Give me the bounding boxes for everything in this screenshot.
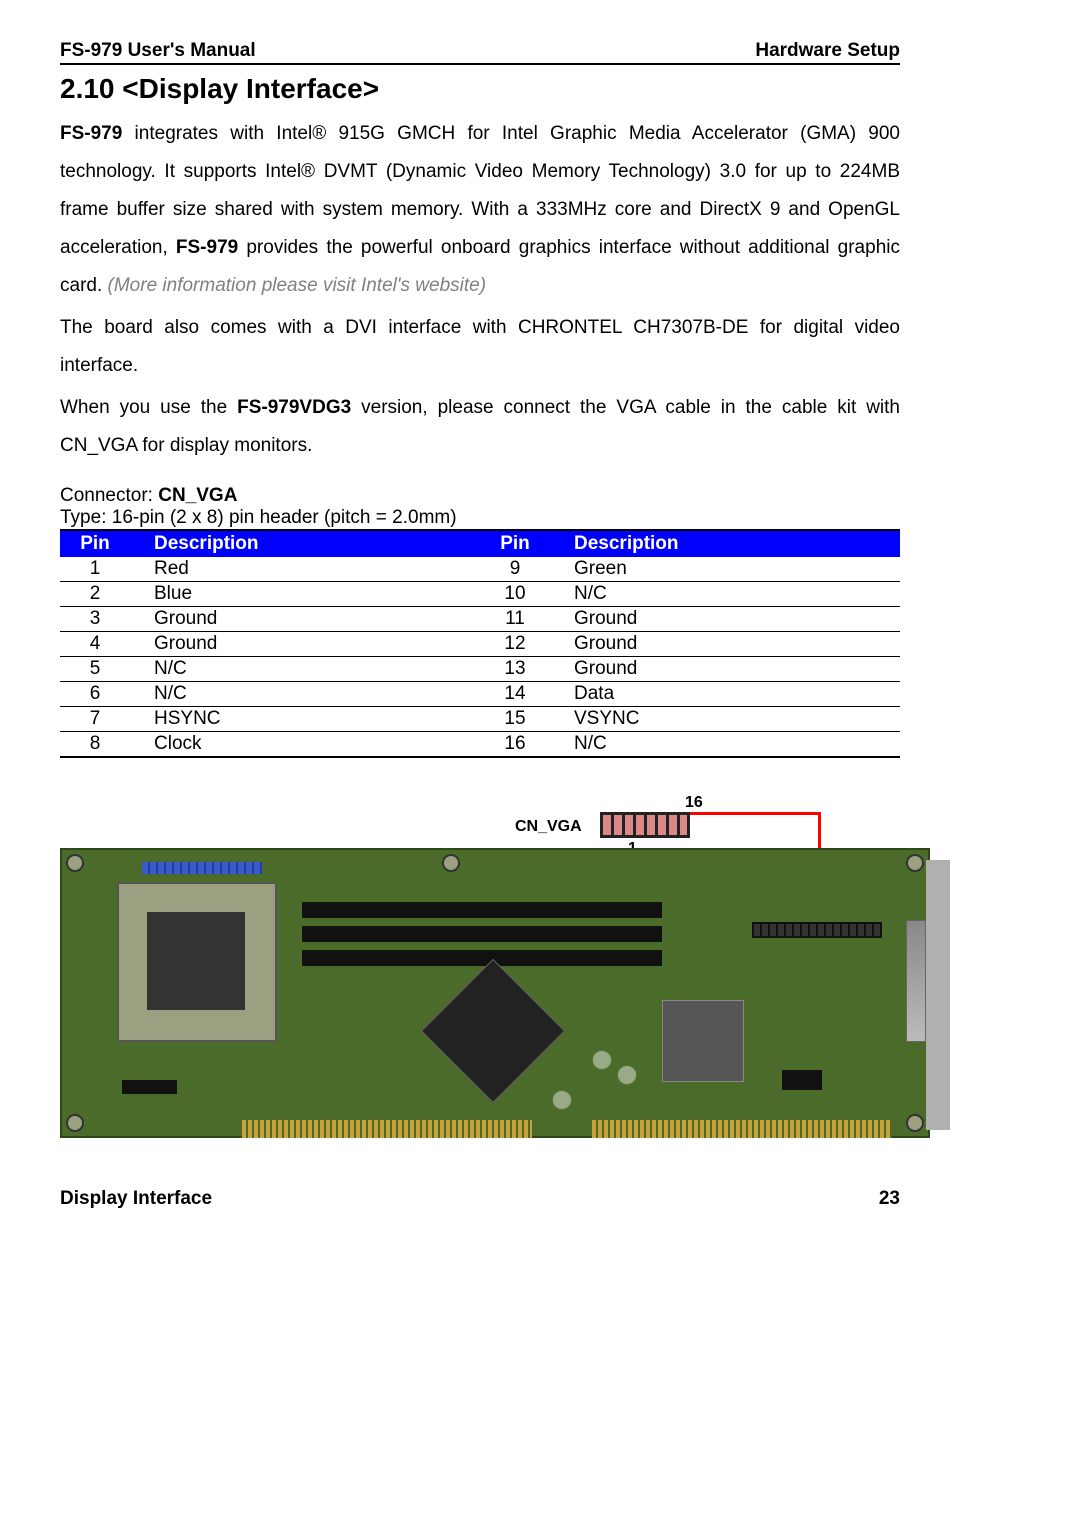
table-row: 8Clock16N/C: [60, 732, 900, 758]
cell-pin: 14: [480, 682, 556, 707]
cell-pin: 9: [480, 557, 556, 582]
cpu-socket: [117, 882, 277, 1042]
cell-desc: Ground: [556, 632, 900, 657]
diagram-pin16: 16: [685, 794, 703, 812]
cell-desc: N/C: [136, 657, 480, 682]
cell-desc: Ground: [136, 607, 480, 632]
bold-model-1: FS-979: [60, 123, 122, 144]
paragraph-2: The board also comes with a DVI interfac…: [60, 309, 900, 385]
cell-pin: 7: [60, 707, 136, 732]
th-desc-1: Description: [136, 530, 480, 557]
paragraph-3: When you use the FS-979VDG3 version, ple…: [60, 389, 900, 465]
footer-left: Display Interface: [60, 1188, 212, 1210]
italic-note: (More information please visit Intel's w…: [108, 275, 487, 296]
connector-type: Type: 16-pin (2 x 8) pin header (pitch =…: [60, 507, 900, 529]
capacitor: [617, 1065, 637, 1085]
th-pin-2: Pin: [480, 530, 556, 557]
cell-pin: 3: [60, 607, 136, 632]
northbridge-chip: [421, 959, 565, 1103]
mounting-hole: [906, 1114, 924, 1132]
io-connector: [906, 920, 926, 1042]
cell-desc: HSYNC: [136, 707, 480, 732]
footer-right: 23: [879, 1188, 900, 1210]
table-row: 2Blue10N/C: [60, 582, 900, 607]
connector-prefix: Connector:: [60, 485, 158, 506]
edge-connector: [592, 1120, 892, 1138]
cell-desc: Ground: [556, 657, 900, 682]
cell-pin: 4: [60, 632, 136, 657]
cell-desc: N/C: [136, 682, 480, 707]
board-diagram: 16 CN_VGA 1: [60, 788, 960, 1158]
cell-desc: VSYNC: [556, 707, 900, 732]
mounting-hole: [66, 854, 84, 872]
small-chip: [122, 1080, 177, 1094]
cell-pin: 5: [60, 657, 136, 682]
cell-pin: 12: [480, 632, 556, 657]
cell-desc: Clock: [136, 732, 480, 758]
page-footer: Display Interface 23: [60, 1188, 900, 1210]
header-right: Hardware Setup: [755, 40, 900, 62]
section-title: 2.10 <Display Interface>: [60, 73, 900, 105]
cell-pin: 10: [480, 582, 556, 607]
dimm-slot: [302, 902, 662, 918]
header-left: FS-979 User's Manual: [60, 40, 256, 62]
target-header-on-board: [752, 922, 882, 938]
blue-header: [142, 862, 262, 874]
cell-pin: 13: [480, 657, 556, 682]
small-chip: [782, 1070, 822, 1090]
dimm-slot: [302, 926, 662, 942]
edge-connector: [242, 1120, 532, 1138]
page-header: FS-979 User's Manual Hardware Setup: [60, 40, 900, 65]
cell-desc: Ground: [556, 607, 900, 632]
cell-desc: Blue: [136, 582, 480, 607]
connector-label: Connector: CN_VGA: [60, 485, 900, 507]
table-row: 5N/C13Ground: [60, 657, 900, 682]
cell-pin: 6: [60, 682, 136, 707]
cell-desc: Red: [136, 557, 480, 582]
mounting-hole: [442, 854, 460, 872]
table-row: 4Ground12Ground: [60, 632, 900, 657]
diagram-connector-label: CN_VGA: [515, 818, 582, 836]
capacitor: [552, 1090, 572, 1110]
mounting-hole: [66, 1114, 84, 1132]
table-row: 3Ground11Ground: [60, 607, 900, 632]
cell-pin: 16: [480, 732, 556, 758]
table-row: 7HSYNC15VSYNC: [60, 707, 900, 732]
cell-pin: 2: [60, 582, 136, 607]
io-bracket: [926, 860, 950, 1130]
table-row: 6N/C14Data: [60, 682, 900, 707]
southbridge-chip: [662, 1000, 744, 1082]
cpu-die: [147, 912, 245, 1010]
mounting-hole: [906, 854, 924, 872]
diagram-cnvga-connector: [600, 812, 690, 838]
th-desc-2: Description: [556, 530, 900, 557]
cell-desc: Green: [556, 557, 900, 582]
table-row: 1Red9Green: [60, 557, 900, 582]
cell-desc: N/C: [556, 732, 900, 758]
pin-table: Pin Description Pin Description 1Red9Gre…: [60, 529, 900, 758]
dimm-slot: [302, 950, 662, 966]
bold-model-3: FS-979VDG3: [237, 397, 351, 418]
para3-text-a: When you use the: [60, 397, 237, 418]
cell-desc: N/C: [556, 582, 900, 607]
paragraph-1: FS-979 integrates with Intel® 915G GMCH …: [60, 115, 900, 305]
cell-desc: Ground: [136, 632, 480, 657]
pcb-board: [60, 848, 930, 1138]
cell-pin: 1: [60, 557, 136, 582]
cell-pin: 11: [480, 607, 556, 632]
pointer-line: [690, 812, 820, 815]
th-pin-1: Pin: [60, 530, 136, 557]
capacitor: [592, 1050, 612, 1070]
cell-pin: 8: [60, 732, 136, 758]
cell-desc: Data: [556, 682, 900, 707]
connector-name: CN_VGA: [158, 485, 237, 506]
bold-model-2: FS-979: [176, 237, 238, 258]
cell-pin: 15: [480, 707, 556, 732]
